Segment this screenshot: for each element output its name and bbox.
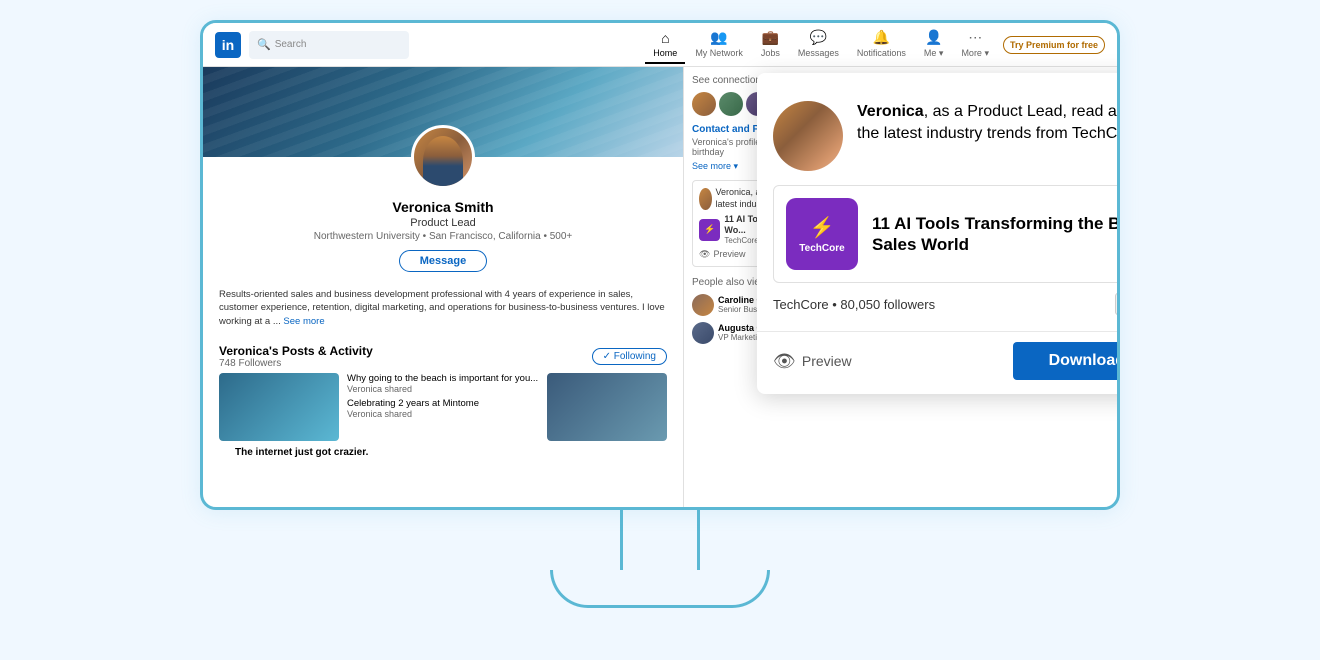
post-2-sub: Veronica shared [347,409,539,419]
linkedin-navbar: in 🔍 Search ⌂ Home 👥 My Network 💼 [203,23,1117,67]
preview-label: Preview [802,353,852,369]
post-image-2 [547,373,667,441]
connection-avatar-2 [719,92,743,116]
preview-eye-icon: 👁 [773,351,796,372]
connection-avatar-1 [692,92,716,116]
ad-overlay-popup: Ad Veronica, as a Product Lead, read abo… [757,73,1120,394]
nav-item-messaging[interactable]: 💬 Messages [790,25,847,64]
see-more-link[interactable]: See more [283,316,324,327]
me-icon: 👤 [925,29,942,46]
sidebar-techcore-logo: ⚡ [699,219,720,241]
posts-section: Veronica's Posts & Activity 748 Follower… [203,336,683,472]
ad-top-bar: Ad [757,73,1120,93]
ad-headline-name: Veronica [857,103,924,120]
person-avatar-2 [692,322,714,344]
download-button[interactable]: Download [1013,342,1120,380]
profile-section: Veronica Smith Product Lead Northwestern… [203,67,683,507]
preview-eye-icon: 👁 [699,249,710,260]
post-bottom-title: The internet just got crazier. [219,441,667,464]
nav-item-me[interactable]: 👤 Me ▾ [916,25,952,65]
post-1-title: Why going to the beach is important for … [347,373,539,384]
nav-item-jobs[interactable]: 💼 Jobs [753,25,788,64]
search-icon: 🔍 [257,38,271,51]
post-items: Why going to the beach is important for … [347,373,539,441]
techcore-name-label: TechCore [799,243,844,254]
monitor-stand-neck [620,510,700,570]
post-2-title: Celebrating 2 years at Mintome [347,398,539,409]
posts-title-group: Veronica's Posts & Activity 748 Follower… [219,344,373,369]
nav-label-messaging: Messages [798,48,839,58]
following-button[interactable]: ✓ Following [592,348,667,365]
nav-label-jobs: Jobs [761,48,780,58]
post-1-sub: Veronica shared [347,384,539,394]
nav-label-home: Home [653,48,677,58]
profile-background [203,67,683,157]
monitor-stand-base [550,570,770,608]
linkedin-logo: in [215,32,241,58]
ad-card-meta-row: TechCore • 80,050 followers PDF [757,293,1120,329]
post-item-2: Celebrating 2 years at Mintome Veronica … [347,398,539,419]
more-icon: ⋯ [968,29,982,46]
ad-card-title: 11 AI Tools Transforming the B2B Sales W… [872,213,1120,256]
ad-card: ⚡ TechCore 11 AI Tools Transforming the … [773,185,1120,283]
nav-label-more: More ▾ [961,48,989,59]
notifications-icon: 🔔 [873,29,890,46]
ad-person-avatar [773,101,843,171]
nav-item-home[interactable]: ⌂ Home [645,26,685,64]
avatar-figure [423,136,463,186]
profile-meta: Northwestern University • San Francisco,… [219,231,667,242]
profile-avatar [411,125,475,189]
posts-title: Veronica's Posts & Activity [219,344,373,358]
try-premium-btn[interactable]: Try Premium for free [1003,36,1105,54]
ad-card-meta-text: TechCore • 80,050 followers [773,297,935,312]
nav-item-notifications[interactable]: 🔔 Notifications [849,25,914,64]
sidebar-preview-label: Preview [713,249,745,259]
search-placeholder: Search [275,39,307,50]
posts-header: Veronica's Posts & Activity 748 Follower… [219,344,667,369]
posts-grid: Why going to the beach is important for … [219,373,667,441]
post-image-1 [219,373,339,441]
followers-count: 748 Followers [219,358,373,369]
nav-item-more[interactable]: ⋯ More ▾ [953,25,997,65]
techcore-bolt-icon: ⚡ [810,215,835,240]
monitor-screen: in 🔍 Search ⌂ Home 👥 My Network 💼 [200,20,1120,510]
ad-actions: 👁 Preview Download [757,331,1120,394]
person-avatar-1 [692,294,714,316]
jobs-icon: 💼 [762,29,779,46]
preview-action[interactable]: 👁 Preview [773,351,852,372]
profile-name: Veronica Smith [219,199,667,215]
nav-label-network: My Network [695,48,743,58]
post-item-1: Why going to the beach is important for … [347,373,539,394]
nav-items: ⌂ Home 👥 My Network 💼 Jobs 💬 Messages [645,25,1105,65]
ad-headline: Veronica, as a Product Lead, read about … [857,101,1120,144]
ad-main-content: Veronica, as a Product Lead, read about … [757,93,1120,185]
nav-label-me: Me ▾ [924,48,944,59]
monitor-wrapper: in 🔍 Search ⌂ Home 👥 My Network 💼 [110,20,1210,640]
ad-card-text: 11 AI Tools Transforming the B2B Sales W… [872,213,1120,256]
profile-bio: Results-oriented sales and business deve… [203,288,683,336]
nav-item-network[interactable]: 👥 My Network [687,25,751,64]
message-button[interactable]: Message [399,250,487,272]
network-icon: 👥 [710,29,727,46]
techcore-logo: ⚡ TechCore [786,198,858,270]
messaging-icon: 💬 [810,29,827,46]
pdf-badge: PDF [1115,293,1120,315]
search-bar[interactable]: 🔍 Search [249,31,409,59]
sidebar-ad-avatar [699,188,712,210]
home-icon: ⌂ [661,30,669,46]
nav-label-notifications: Notifications [857,48,906,58]
profile-meta-text: Northwestern University • San Francisco,… [314,231,573,242]
profile-title: Product Lead [219,217,667,229]
